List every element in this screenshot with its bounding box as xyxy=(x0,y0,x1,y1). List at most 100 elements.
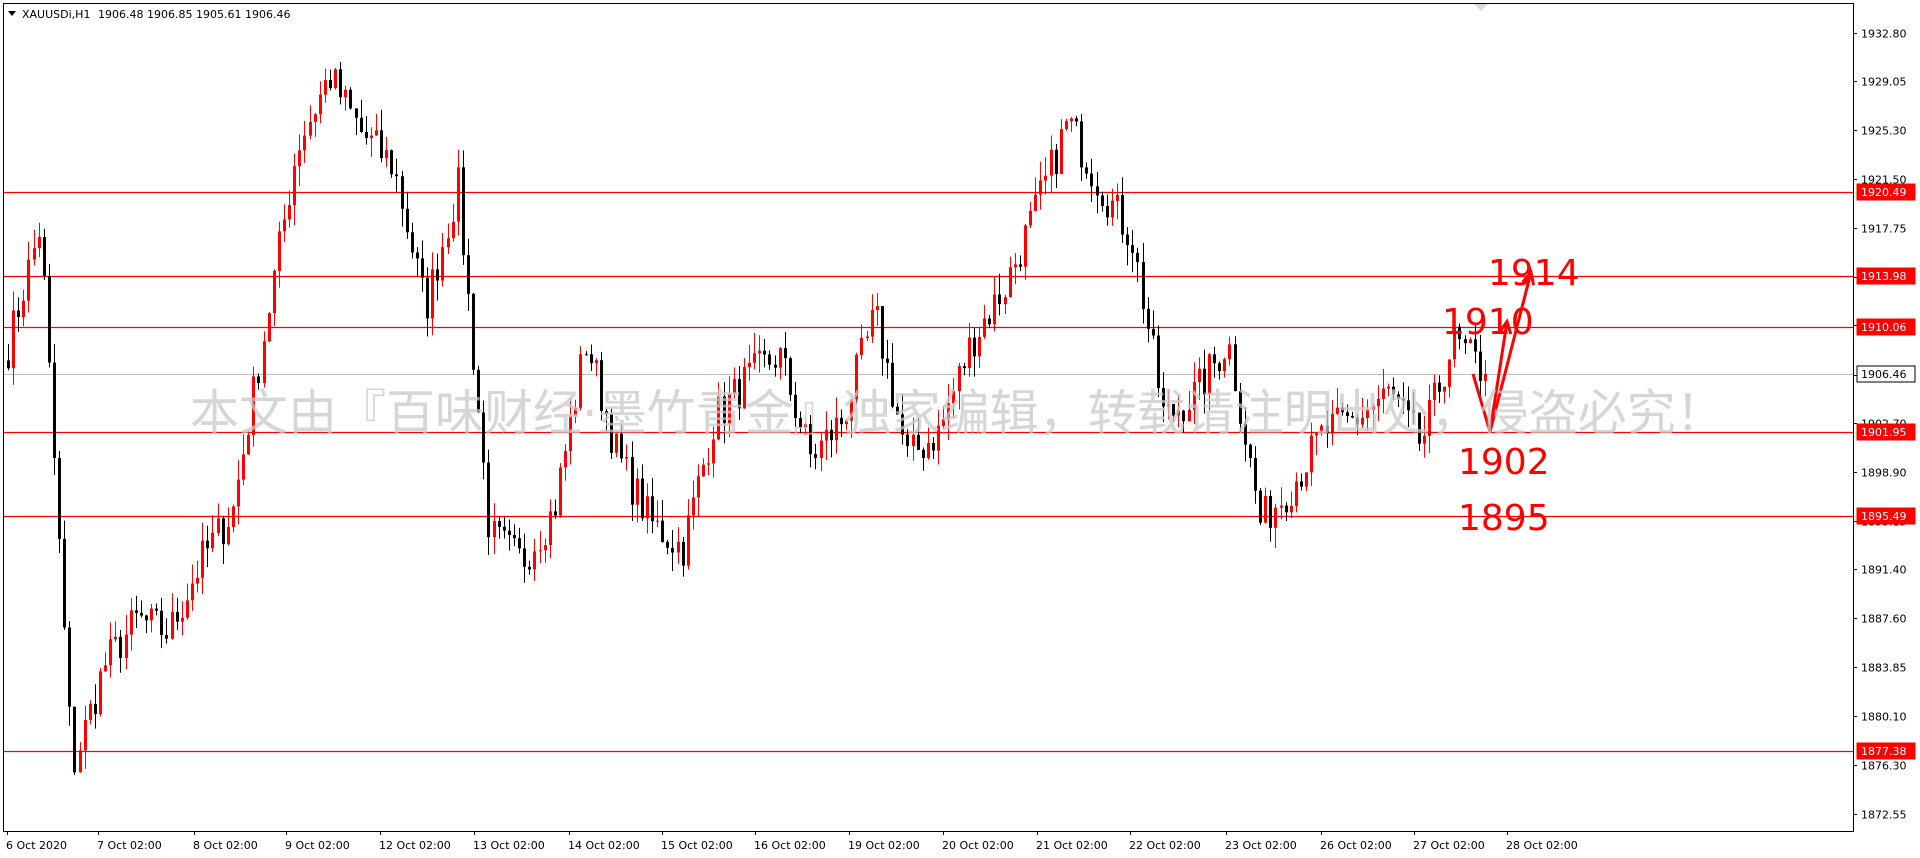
candle-body xyxy=(1305,472,1308,487)
candle-body xyxy=(206,540,209,549)
candle-body xyxy=(1080,121,1083,168)
candle-body xyxy=(360,117,363,132)
candle-body xyxy=(1213,354,1216,364)
candle-body xyxy=(84,719,87,751)
candle-body xyxy=(1039,180,1042,195)
candle-body xyxy=(656,520,659,522)
candle-body xyxy=(365,131,368,139)
annotation-1902: 1902 xyxy=(1458,442,1550,483)
candle-body xyxy=(370,135,373,139)
candle-body xyxy=(1136,252,1139,263)
candle-body xyxy=(927,443,930,458)
candle-body xyxy=(130,610,133,635)
candle-body xyxy=(1111,200,1114,218)
candle-body xyxy=(355,108,358,118)
candle-body xyxy=(211,532,214,549)
candle-body xyxy=(17,310,20,318)
candle-body xyxy=(237,479,240,507)
candle-body xyxy=(860,338,863,355)
candle-body xyxy=(314,114,317,122)
candle-body xyxy=(661,520,664,542)
price-tick-label-16: 1872.55 xyxy=(1861,809,1907,822)
candle-body xyxy=(1029,210,1032,226)
candle-body xyxy=(12,310,15,369)
candle-body xyxy=(549,511,552,546)
candle-body xyxy=(1484,373,1487,381)
candle-body xyxy=(268,313,271,342)
candle-body xyxy=(493,521,496,538)
time-tick-label-9: 19 Oct 02:00 xyxy=(848,839,920,852)
watermark-text: 本文由『百味财经·墨竹青金』独家编辑，转载请注明出处，侵盗必究！ xyxy=(190,385,1725,442)
time-tick-label-5: 13 Oct 02:00 xyxy=(473,839,545,852)
candle-body xyxy=(27,259,30,301)
candle-body xyxy=(513,534,516,539)
candle-body xyxy=(104,665,107,672)
time-tick-label-15: 27 Oct 02:00 xyxy=(1413,839,1485,852)
candle-body xyxy=(779,348,782,368)
candle-body xyxy=(436,269,439,281)
candle-body xyxy=(1152,328,1155,336)
candle-body xyxy=(1249,444,1252,459)
candle-body xyxy=(564,451,567,468)
chart-canvas[interactable]: 1932.801929.051925.301921.501917.751913.… xyxy=(0,0,1920,858)
candle-body xyxy=(692,497,695,516)
candle-body xyxy=(43,236,46,277)
candle-body xyxy=(227,527,230,545)
candle-body xyxy=(1070,118,1073,122)
candle-body xyxy=(155,608,158,611)
candle-body xyxy=(1126,234,1129,246)
candle-body xyxy=(1060,128,1063,174)
candle-body xyxy=(171,612,174,639)
level-tag-1: 1913.98 xyxy=(1861,270,1907,283)
candle-body xyxy=(1218,363,1221,372)
annotation-1895: 1895 xyxy=(1458,498,1550,539)
candle-body xyxy=(1280,505,1283,508)
candle-body xyxy=(441,247,444,281)
candle-body xyxy=(186,600,189,618)
candle-body xyxy=(278,231,281,272)
candle-body xyxy=(431,269,434,319)
candle-body xyxy=(697,476,700,498)
candle-body xyxy=(416,252,419,259)
candle-body xyxy=(978,336,981,357)
candle-body xyxy=(1121,194,1124,235)
candle-body xyxy=(375,130,378,136)
candle-body xyxy=(150,608,153,621)
level-tag-5: 1877.38 xyxy=(1861,745,1907,758)
candle-body xyxy=(201,540,204,578)
candle-body xyxy=(1101,195,1104,206)
candle-body xyxy=(33,248,36,260)
price-tick-label-1: 1929.05 xyxy=(1861,76,1907,89)
price-tick-label-0: 1932.80 xyxy=(1861,28,1907,41)
candle-body xyxy=(707,463,710,465)
candle-body xyxy=(988,318,991,325)
candle-body xyxy=(968,337,971,369)
candle-body xyxy=(1050,149,1053,176)
candle-body xyxy=(165,635,168,639)
current-price-tag: 1906.46 xyxy=(1861,368,1907,381)
candle-body xyxy=(973,337,976,357)
candle-body xyxy=(881,306,884,359)
candle-body xyxy=(217,518,220,533)
candle-body xyxy=(48,276,51,363)
time-tick-label-10: 20 Oct 02:00 xyxy=(942,839,1014,852)
candle-body xyxy=(283,219,286,232)
candle-body xyxy=(242,454,245,480)
candle-body xyxy=(1065,121,1068,129)
candle-body xyxy=(998,294,1001,305)
candle-body xyxy=(1090,173,1093,187)
candle-body xyxy=(876,306,879,311)
candle-body xyxy=(196,577,199,584)
candle-body xyxy=(682,541,685,566)
candle-body xyxy=(1285,505,1288,513)
price-tick-label-4: 1917.75 xyxy=(1861,223,1907,236)
candle-body xyxy=(160,610,163,636)
candle-body xyxy=(1269,495,1272,528)
candle-body xyxy=(1223,359,1226,372)
candle-body xyxy=(309,121,312,136)
candle-body xyxy=(1131,245,1134,253)
candle-body xyxy=(590,354,593,364)
candle-body xyxy=(1264,495,1267,523)
candle-body xyxy=(922,449,925,458)
candle-body xyxy=(181,617,184,622)
